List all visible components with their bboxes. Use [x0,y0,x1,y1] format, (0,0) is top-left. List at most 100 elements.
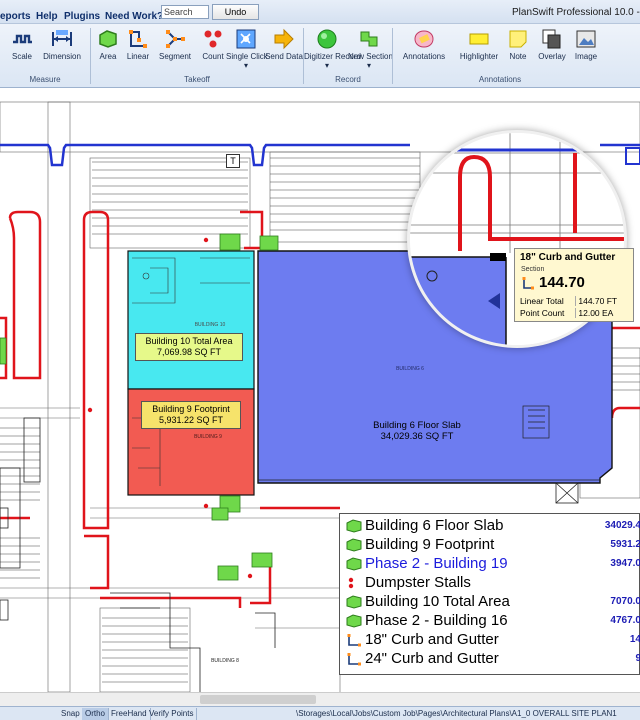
area-name: Building 10 Total Area [145,336,233,346]
new-section-icon [360,31,378,47]
legend-value: 3947.0 [610,558,640,569]
legend-name: Phase 2 - Building 16 [365,612,508,629]
menu-reports[interactable]: eports [0,11,31,22]
menu-plugins[interactable]: Plugins [64,11,100,22]
dropdown-arrow-icon: ▾ [243,61,248,70]
tooltip-value: 144.70 [539,274,585,291]
measurement-tooltip: 18" Curb and Gutter Section 144.70 Linea… [514,248,634,322]
linear-icon [522,277,534,290]
highlighter-button[interactable]: Highlighter [456,26,502,76]
image-button[interactable]: Image [567,26,605,76]
legend-item-18-curb[interactable]: 18" Curb and Gutter 14 [346,630,640,649]
tooltip-row: Linear Total 144.70 FT [520,296,618,306]
legend-value: 34029.4 [604,520,640,531]
legend-item-phase2-building-19[interactable]: Phase 2 - Building 19 3947.0 [346,554,640,573]
record-icon [317,29,337,49]
building-9-area-label: Building 9 Footprint 5,931.22 SQ FT [141,401,241,429]
tooltip-title: 18" Curb and Gutter [520,252,616,263]
highlighter-icon [469,33,489,45]
segment-icon [166,30,185,48]
undo-button[interactable]: Undo [212,4,259,20]
legend-item-dumpster-stalls[interactable]: Dumpster Stalls [346,573,640,592]
note-button[interactable]: Note [499,26,537,76]
ortho-toggle[interactable]: Ortho [82,708,110,720]
group-label-annotations: Annotations [478,75,522,84]
digitizer-record-button[interactable]: Digitizer Record ▾ [304,26,361,76]
legend-value: 5931.2 [610,539,640,550]
dimension-icon [52,30,72,46]
legend-name: Building 10 Total Area [365,593,510,610]
legend-item-building-9[interactable]: Building 9 Footprint 5931.2 [346,535,640,554]
linear-icon [347,634,361,647]
legend-value: 14 [629,634,640,645]
legend-name: Phase 2 - Building 19 [365,555,508,572]
single-click-button[interactable]: Single Click ▾ [226,26,268,76]
legend-name: Building 6 Floor Slab [365,517,504,534]
group-separator [392,28,393,84]
legend-item-building-6[interactable]: Building 6 Floor Slab 34029.4 [346,516,640,535]
new-section-button[interactable]: New Section ▾ [348,26,393,76]
scrollbar-thumb[interactable] [200,695,316,704]
menu-help[interactable]: Help [36,11,58,22]
area-value: 7,069.98 SQ FT [156,347,222,357]
area-value: 5,931.22 SQ FT [158,415,224,425]
building-6-area-label: Building 6 Floor Slab 34,029.36 SQ FT [362,418,472,444]
scale-button[interactable]: Scale [2,26,42,76]
verify-points-toggle[interactable]: Verify Points [146,708,198,720]
count-icon [204,30,222,48]
menu-bar: eports Help Plugins Need Work? Undo Plan… [0,0,640,24]
segment-button[interactable]: Segment [155,26,195,76]
linear-icon [347,653,361,666]
area-icon [346,614,362,628]
area-value: 34,029.36 SQ FT [380,431,454,442]
legend-name: 18" Curb and Gutter [365,631,499,648]
note-icon [509,30,527,48]
legend-value: 7070.0 [610,596,640,607]
group-label-takeoff: Takeoff [184,75,210,84]
legend-item-building-10[interactable]: Building 10 Total Area 7070.0 [346,592,640,611]
area-icon [346,595,362,609]
linear-icon [129,30,147,48]
snap-toggle[interactable]: Snap [58,708,84,720]
menu-need-work[interactable]: Need Work? [105,11,163,22]
group-label-measure: Measure [29,75,61,84]
search-input[interactable] [161,5,209,19]
count-icon [348,577,354,589]
send-arrow-icon [274,28,294,50]
legend-value: 4767.0 [610,615,640,626]
legend-value: 9 [635,653,640,664]
legend-item-24-curb[interactable]: 24" Curb and Gutter 9 [346,649,640,668]
freehand-toggle[interactable]: FreeHand [108,708,151,720]
building-9-tag: BUILDING 9 [194,434,222,440]
building-6-tag: BUILDING 6 [396,366,424,372]
annotations-icon [414,30,434,48]
legend-item-phase2-building-16[interactable]: Phase 2 - Building 16 4767.0 [346,611,640,630]
image-icon [576,30,596,48]
tooltip-subtitle: Section [521,266,545,273]
app-title: PlanSwift Professional 10.0 - Custo [512,7,640,18]
area-icon [346,557,362,571]
overlay-icon [542,29,561,49]
single-click-icon [236,29,256,49]
send-data-button[interactable]: Send Data [264,26,304,76]
plan-canvas[interactable]: T Building 10 Total Area 7,069.98 SQ FT … [0,88,640,692]
page-path: \Storages\Local\Jobs\Custom Job\Pages\Ar… [296,709,617,718]
building-10-tag: BUILDING 10 [194,322,226,328]
overlay-button[interactable]: Overlay [533,26,571,76]
legend-name: Dumpster Stalls [365,574,471,591]
dropdown-arrow-icon: ▾ [324,61,329,70]
legend-name: 24" Curb and Gutter [365,650,499,667]
door-tag: T [226,154,240,168]
group-label-record: Record [335,75,361,84]
horizontal-scrollbar[interactable] [0,692,640,706]
area-icon [346,519,362,533]
building-10-area-label: Building 10 Total Area 7,069.98 SQ FT [135,333,243,361]
linear-button[interactable]: Linear [118,26,158,76]
ribbon-toolbar: Scale Dimension Measure Area Linear Segm… [0,24,640,88]
dropdown-arrow-icon: ▾ [366,61,371,70]
scale-icon [13,34,32,44]
tooltip-row: Point Count 12.00 EA [520,308,614,318]
area-name: Building 6 Floor Slab [373,420,461,431]
dimension-button[interactable]: Dimension [42,26,82,76]
annotations-button[interactable]: Annotations [398,26,450,76]
